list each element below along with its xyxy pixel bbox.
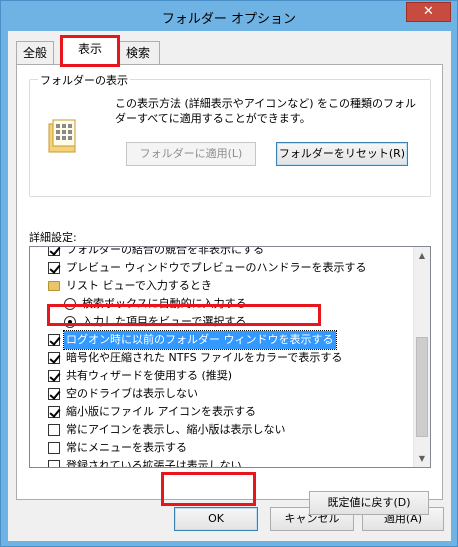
checkbox[interactable] — [48, 352, 60, 364]
list-item[interactable]: 暗号化や圧縮された NTFS ファイルをカラーで表示する — [30, 349, 414, 367]
advanced-settings-list[interactable]: フォルダーの結合の競合を非表示にする プレビュー ウィンドウでプレビューのハンド… — [29, 246, 431, 468]
highlight-callout — [47, 304, 321, 326]
folder-view-group: フォルダーの表示 この表示方法 (詳細表示やアイコンなど) をこの種類のフォルダ… — [29, 72, 431, 197]
scroll-up-arrow-icon[interactable]: ▲ — [414, 247, 430, 264]
checkbox[interactable] — [48, 442, 60, 454]
reset-folders-button[interactable]: フォルダーをリセット(R) — [276, 142, 408, 166]
checkbox[interactable] — [48, 460, 60, 467]
checkbox[interactable] — [48, 334, 60, 346]
tab-search[interactable]: 検索 — [116, 41, 160, 65]
checkbox[interactable] — [48, 424, 60, 436]
folder-view-icon — [48, 119, 76, 153]
list-item[interactable]: 空のドライブは表示しない — [30, 385, 414, 403]
window-title: フォルダー オプション — [161, 12, 297, 27]
list-item[interactable]: ログオン時に以前のフォルダー ウィンドウを表示する — [30, 330, 414, 350]
view-tab-panel: フォルダーの表示 この表示方法 (詳細表示やアイコンなど) をこの種類のフォルダ… — [16, 64, 443, 515]
list-item[interactable]: 共有ウィザードを使用する (推奨) — [30, 367, 414, 385]
tab-general[interactable]: 全般 — [16, 41, 54, 65]
list-item[interactable]: プレビュー ウィンドウでプレビューのハンドラーを表示する — [30, 259, 414, 277]
list-item[interactable]: 登録されている拡張子は表示しない — [30, 457, 414, 467]
dialog-client: 全般 表示 検索 フォルダーの表示 この表示方法 (詳細表示やアイコンなど) を… — [8, 31, 451, 541]
folder-icon — [48, 281, 60, 291]
list-item[interactable]: 縮小版にファイル アイコンを表示する — [30, 403, 414, 421]
ok-button[interactable]: OK — [174, 507, 258, 531]
title-bar[interactable]: フォルダー オプション ✕ — [1, 1, 457, 31]
close-button[interactable]: ✕ — [406, 2, 451, 22]
close-icon: ✕ — [423, 4, 434, 19]
checkbox[interactable] — [48, 406, 60, 418]
checkbox[interactable] — [48, 247, 60, 256]
list-item: リスト ビューで入力するとき — [30, 277, 414, 295]
tab-view[interactable]: 表示 — [60, 35, 120, 67]
scroll-thumb[interactable] — [416, 337, 428, 437]
ok-highlight-callout — [161, 472, 256, 506]
restore-defaults-button[interactable]: 既定値に戻す(D) — [309, 491, 429, 515]
checkbox[interactable] — [48, 370, 60, 382]
folder-options-window: フォルダー オプション ✕ 全般 表示 検索 フォルダーの表示 この表示方法 (… — [0, 0, 458, 547]
folder-view-description: この表示方法 (詳細表示やアイコンなど) をこの種類のフォルダーすべてに適用する… — [115, 97, 417, 125]
advanced-settings-label: 詳細設定: — [29, 231, 77, 244]
scroll-down-arrow-icon[interactable]: ▼ — [414, 450, 430, 467]
list-item[interactable]: 常にメニューを表示する — [30, 439, 414, 457]
advanced-settings-items: フォルダーの結合の競合を非表示にする プレビュー ウィンドウでプレビューのハンド… — [30, 247, 414, 467]
list-item[interactable]: 常にアイコンを表示し、縮小版は表示しない — [30, 421, 414, 439]
checkbox[interactable] — [48, 262, 60, 274]
apply-to-folders-button[interactable]: フォルダーに適用(L) — [126, 142, 256, 166]
checkbox[interactable] — [48, 388, 60, 400]
list-item[interactable]: フォルダーの結合の競合を非表示にする — [30, 247, 414, 259]
folder-view-group-label: フォルダーの表示 — [38, 72, 130, 88]
list-scrollbar[interactable]: ▲ ▼ — [413, 247, 430, 467]
